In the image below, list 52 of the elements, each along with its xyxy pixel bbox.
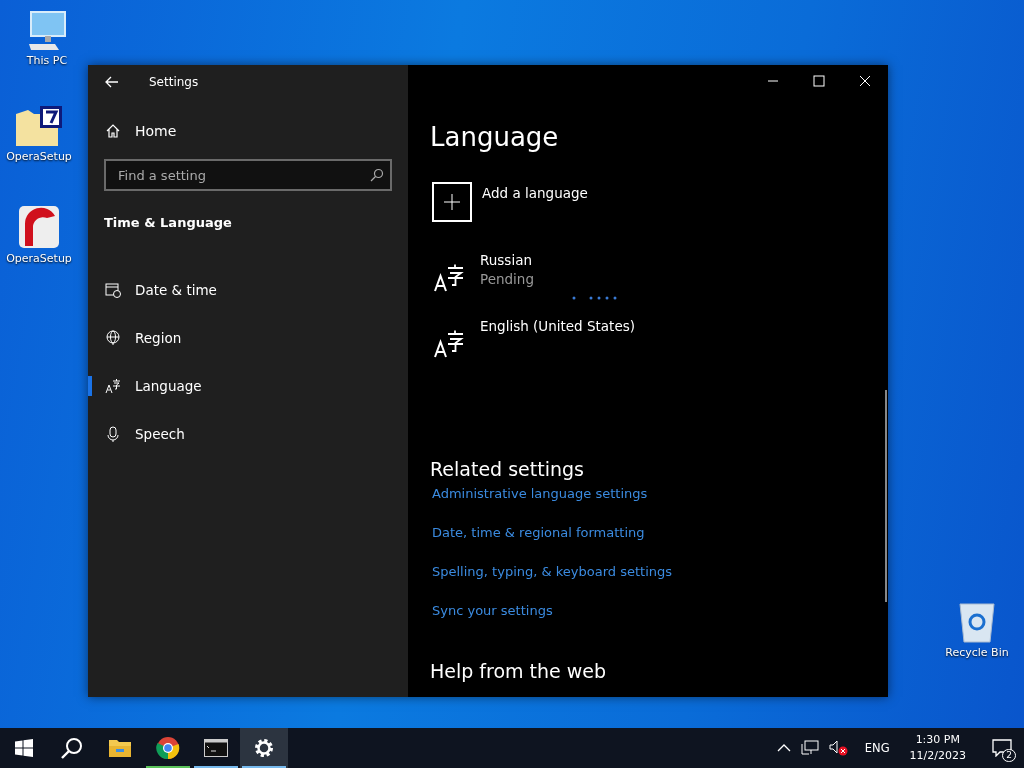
language-name: Russian xyxy=(480,252,533,268)
search-input[interactable]: Find a setting xyxy=(116,166,370,184)
close-icon xyxy=(859,75,871,87)
speech-bubble-icon xyxy=(992,739,1012,757)
desktop-icon-label[interactable]: OperaSetup xyxy=(6,252,72,265)
microphone-icon xyxy=(105,426,121,442)
section-title: Time & Language xyxy=(104,215,233,230)
add-language-button[interactable]: Add a language xyxy=(432,182,588,222)
desktop-icon-label[interactable]: This PC xyxy=(26,54,68,67)
search-field[interactable]: Find a setting xyxy=(104,159,392,191)
maximize-icon xyxy=(813,75,825,87)
volume-muted-icon[interactable] xyxy=(828,740,849,756)
calendar-clock-icon xyxy=(105,282,121,298)
home-icon xyxy=(105,123,121,139)
plus-icon xyxy=(432,182,472,222)
locale-row[interactable]: Russian Pending xyxy=(434,252,618,300)
language-icon xyxy=(434,264,464,292)
settings-link[interactable]: Spelling, typing, & keyboard settings xyxy=(432,564,673,603)
section-heading: Help from the web xyxy=(430,660,607,682)
language-icon xyxy=(105,378,121,394)
search-icon xyxy=(61,737,83,759)
notification-count: 2 xyxy=(1002,749,1016,762)
recycle-bin-icon[interactable] xyxy=(957,600,997,644)
globe-icon xyxy=(105,330,121,346)
settings-link[interactable]: Administrative language settings xyxy=(432,486,648,525)
section-heading: Related settings xyxy=(430,458,584,480)
input-language[interactable]: ENG xyxy=(864,741,890,755)
locale-row[interactable]: English (United States) xyxy=(434,318,635,358)
notifications-button[interactable]: 2 xyxy=(988,728,1016,768)
back-arrow-icon[interactable] xyxy=(105,75,119,88)
nav-item[interactable]: Language xyxy=(88,362,408,410)
scrollbar[interactable] xyxy=(885,390,887,602)
language-icon xyxy=(434,330,464,358)
network-icon[interactable] xyxy=(800,740,819,756)
language-status: Pending xyxy=(480,271,535,287)
nav-item[interactable]: Date & time xyxy=(88,266,408,314)
settings-link[interactable]: Date, time & regional formatting xyxy=(432,525,645,564)
desktop-icon-label[interactable]: OperaSetup xyxy=(6,150,72,163)
page-heading: Language xyxy=(430,122,559,152)
gear-taskbar-icon[interactable] xyxy=(240,728,288,768)
search-icon xyxy=(370,168,384,182)
clock[interactable]: 1:30 PM 11/2/2023 xyxy=(909,732,966,764)
windows-logo-icon xyxy=(15,739,33,757)
chevron-up-icon[interactable] xyxy=(776,743,791,753)
desktop-icon-label[interactable]: Recycle Bin xyxy=(945,646,1009,659)
settings-link[interactable]: Sync your settings xyxy=(432,603,553,642)
nav-item[interactable]: Speech xyxy=(88,410,408,458)
nav-item[interactable]: Region xyxy=(88,314,408,362)
language-name: English (United States) xyxy=(480,318,635,334)
window-title: Settings xyxy=(149,74,199,89)
archive-folder-icon[interactable] xyxy=(14,104,64,148)
home-nav-item[interactable]: Home xyxy=(105,123,177,139)
